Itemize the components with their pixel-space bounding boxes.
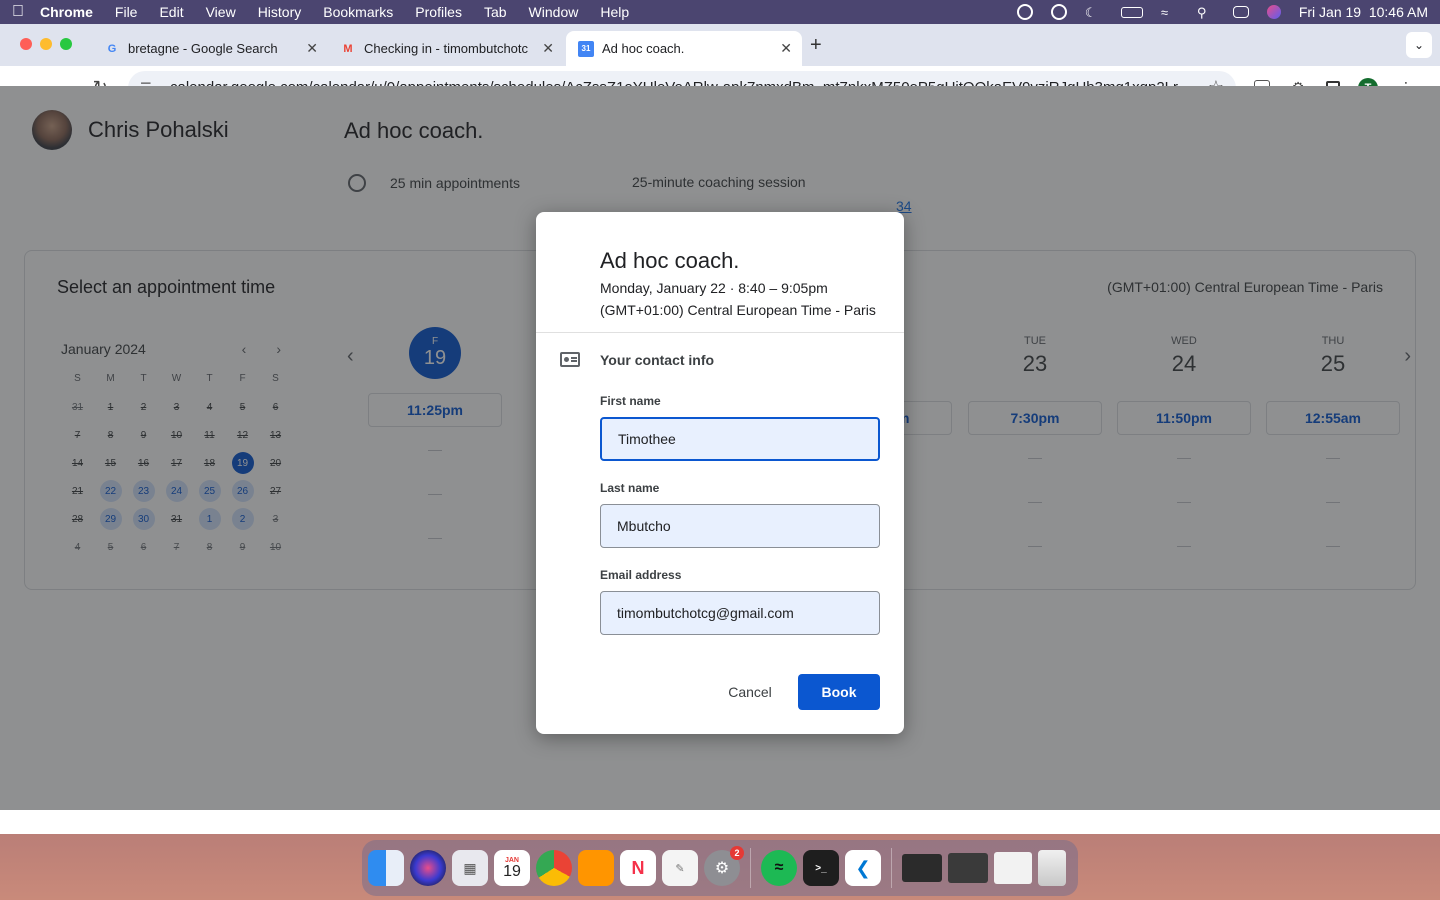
news-icon[interactable]: N — [620, 850, 656, 886]
system-settings-icon[interactable]: ⚙ 2 — [704, 846, 744, 886]
siri-icon[interactable] — [1266, 5, 1281, 19]
textedit-icon[interactable]: ✎ — [662, 850, 698, 886]
tab-title: bretagne - Google Search — [128, 41, 278, 56]
close-tab-icon[interactable]: ✕ — [542, 40, 554, 57]
new-tab-icon[interactable]: + — [810, 34, 822, 57]
last-name-value: Mbutcho — [617, 518, 671, 534]
booking-dialog: Ad hoc coach. Monday, January 22 · 8:40 … — [536, 212, 904, 734]
document-window-thumbnail[interactable] — [994, 852, 1032, 884]
vscode-icon[interactable]: ❮ — [845, 850, 881, 886]
finder-icon[interactable] — [368, 850, 404, 886]
chrome-icon[interactable] — [536, 850, 572, 886]
timer-icon[interactable] — [1050, 4, 1067, 20]
dock-separator — [891, 848, 892, 888]
email-label: Email address — [600, 568, 682, 582]
tab-search-icon[interactable]: ⌄ — [1406, 32, 1432, 58]
tab-google-search[interactable]: G bretagne - Google Search ✕ — [92, 31, 328, 66]
moon-icon[interactable]: ☾ — [1085, 5, 1103, 20]
close-tab-icon[interactable]: ✕ — [306, 40, 318, 57]
contact-info-heading: Your contact info — [600, 352, 715, 368]
maximize-window-button[interactable] — [60, 38, 72, 50]
calendar-app-icon[interactable]: JAN 19 — [494, 850, 530, 886]
close-tab-icon[interactable]: ✕ — [780, 40, 792, 57]
menu-app-name[interactable]: Chrome — [40, 4, 93, 20]
menu-profiles[interactable]: Profiles — [415, 4, 462, 20]
divider — [536, 332, 904, 333]
contact-card-icon — [560, 352, 580, 367]
dialog-datetime: Monday, January 22 · 8:40 – 9:05pm — [600, 280, 828, 296]
siri-app-icon[interactable] — [410, 850, 446, 886]
spotify-icon[interactable]: ≈ — [761, 850, 797, 886]
tab-ad-hoc-coach[interactable]: 31 Ad hoc coach. ✕ — [566, 31, 802, 66]
dock-separator — [750, 848, 751, 888]
control-center-icon[interactable] — [1232, 6, 1249, 18]
book-button[interactable]: Book — [798, 674, 880, 710]
search-icon[interactable]: ⚲ — [1197, 5, 1215, 20]
email-field[interactable]: timombutchotcg@gmail.com — [600, 591, 880, 635]
last-name-label: Last name — [600, 481, 660, 495]
tab-gmail[interactable]: M Checking in - timombutchotc ✕ — [328, 31, 564, 66]
terminal-window-thumbnail[interactable] — [902, 854, 942, 882]
calendar-app-day: 19 — [503, 862, 521, 880]
menu-tab[interactable]: Tab — [484, 4, 507, 20]
window-controls — [20, 38, 72, 50]
menu-bookmarks[interactable]: Bookmarks — [323, 4, 393, 20]
calendar-icon: 31 — [578, 40, 594, 57]
menu-help[interactable]: Help — [600, 4, 629, 20]
apple-icon[interactable]:  — [12, 3, 40, 21]
gmail-icon: M — [343, 42, 353, 55]
google-icon: G — [107, 42, 117, 55]
minimize-window-button[interactable] — [40, 38, 52, 50]
dialog-title: Ad hoc coach. — [600, 248, 740, 273]
launchpad-icon[interactable]: ▦ — [452, 850, 488, 886]
tab-title: Checking in - timombutchotc — [364, 41, 529, 56]
menu-view[interactable]: View — [206, 4, 236, 20]
books-icon[interactable] — [578, 850, 614, 886]
battery-icon[interactable] — [1120, 6, 1143, 18]
notification-badge: 2 — [730, 846, 744, 860]
first-name-value: Timothee — [618, 431, 676, 447]
editor-window-thumbnail[interactable] — [948, 853, 988, 883]
email-value: timombutchotcg@gmail.com — [617, 605, 794, 621]
menu-file[interactable]: File — [115, 4, 138, 20]
trash-icon[interactable] — [1038, 850, 1066, 886]
menubar:  Chrome File Edit View History Bookmark… — [0, 0, 1440, 24]
close-window-button[interactable] — [20, 38, 32, 50]
dock: ▦ JAN 19 N ✎ ⚙ 2 ≈ >_ ❮ — [362, 840, 1078, 896]
first-name-label: First name — [600, 394, 661, 408]
menu-history[interactable]: History — [258, 4, 302, 20]
first-name-field[interactable]: Timothee — [600, 417, 880, 461]
grammarly-icon[interactable] — [1016, 4, 1033, 20]
terminal-icon[interactable]: >_ — [803, 850, 839, 886]
tab-title: Ad hoc coach. — [602, 41, 685, 56]
menubar-clock[interactable]: Fri Jan 19 10:46 AM — [1299, 4, 1428, 20]
wifi-icon[interactable]: ≈ — [1161, 5, 1179, 20]
last-name-field[interactable]: Mbutcho — [600, 504, 880, 548]
tab-strip: G bretagne - Google Search ✕ M Checking … — [0, 24, 1440, 66]
cancel-button[interactable]: Cancel — [712, 674, 788, 710]
menu-window[interactable]: Window — [529, 4, 579, 20]
menu-edit[interactable]: Edit — [159, 4, 183, 20]
dialog-timezone: (GMT+01:00) Central European Time - Pari… — [600, 302, 876, 318]
